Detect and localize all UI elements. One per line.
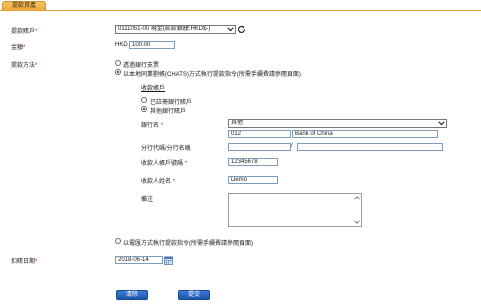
branch-separator: / — [291, 143, 293, 149]
bank-name-input[interactable]: Bank of China — [292, 130, 438, 138]
scroll-down-icon[interactable] — [354, 220, 360, 224]
account-label: 提款賬戶 — [11, 29, 36, 35]
bank-name-label-wrap: 銀行名 * — [141, 120, 163, 129]
payee-name-label-wrap: 收款人姓名 * — [141, 176, 175, 185]
chevron-down-icon — [438, 121, 445, 126]
amount-label: 金額 — [11, 45, 24, 51]
method-radio-chats[interactable] — [115, 69, 121, 75]
calendar-icon[interactable] — [164, 256, 173, 265]
payee-option-registered: 已註冊銀行賬戶 — [150, 100, 193, 106]
acct-no-label-wrap: 收款人帳戶號碼 * — [141, 158, 187, 167]
acct-no-label: 收款人帳戶號碼 — [141, 161, 184, 167]
method-option-cheque: 透過銀行支票 — [123, 63, 160, 69]
refresh-icon[interactable] — [237, 25, 246, 34]
date-input[interactable]: 2018-06-14 — [115, 256, 163, 264]
payee-radio-registered[interactable] — [141, 97, 147, 103]
payee-radio-other[interactable] — [141, 106, 147, 112]
method-option-tt: 以電匯方式執行提款指令(所需手續費請參閱頁面) — [123, 241, 253, 247]
tab-bar: 提款資產 — [0, 0, 481, 11]
chevron-down-icon — [227, 27, 234, 32]
remarks-label: 備注 — [141, 197, 154, 203]
method-option-chats: 以本地同業劃帳(CHATS)方式執行提款指令(所需手續費請參閱頁面) — [123, 72, 301, 78]
amount-label-wrap: 金額* — [11, 42, 25, 51]
account-label-wrap: 提款賬戶* — [11, 26, 37, 35]
date-label: 扣賬日期 — [11, 259, 36, 265]
account-select[interactable]: 0111051-00 現金(款款銀額:HKD$-) — [115, 25, 236, 34]
payee-section-title: 收款帳戶 — [141, 86, 166, 92]
bank-select-value: 其他 — [231, 120, 244, 126]
required-mark: * — [35, 29, 38, 35]
branch-name-input[interactable] — [297, 143, 443, 151]
method-label-wrap: 提款方法* — [11, 60, 37, 69]
method-radio-cheque[interactable] — [115, 60, 121, 66]
required-mark: * — [35, 63, 38, 69]
required-mark: * — [184, 161, 188, 167]
payee-name-label: 收款人姓名 — [141, 179, 172, 185]
required-mark: * — [160, 123, 164, 129]
scroll-up-icon[interactable] — [354, 196, 360, 200]
clear-button[interactable]: 清除 — [116, 290, 148, 300]
payee-name-input[interactable]: Demo — [228, 176, 278, 184]
acct-no-input[interactable]: 12345678 — [228, 158, 278, 166]
branch-code-input[interactable] — [228, 143, 291, 151]
account-select-value: 0111051-00 現金(款款銀額:HKD$-) — [118, 26, 211, 32]
tab-withdraw[interactable]: 提款資產 — [2, 1, 46, 11]
method-radio-tt[interactable] — [115, 238, 121, 244]
amount-input[interactable]: 100.00 — [129, 41, 175, 49]
payee-option-other: 其他銀行賬戶 — [150, 109, 187, 115]
amount-currency: HKD — [115, 42, 128, 48]
bank-code-input[interactable]: 012 — [228, 130, 291, 138]
date-label-wrap: 扣賬日期* — [11, 256, 37, 265]
branch-label: 分行代碼/分行名稱 — [141, 146, 191, 152]
required-mark: * — [172, 179, 176, 185]
method-label: 提款方法 — [11, 63, 36, 69]
required-mark: * — [35, 259, 38, 265]
bank-select[interactable]: 其他 — [228, 119, 447, 128]
remarks-textarea[interactable] — [228, 193, 362, 227]
submit-button[interactable]: 提交 — [178, 290, 210, 300]
bank-name-label: 銀行名 — [141, 123, 160, 129]
required-mark: * — [23, 45, 26, 51]
